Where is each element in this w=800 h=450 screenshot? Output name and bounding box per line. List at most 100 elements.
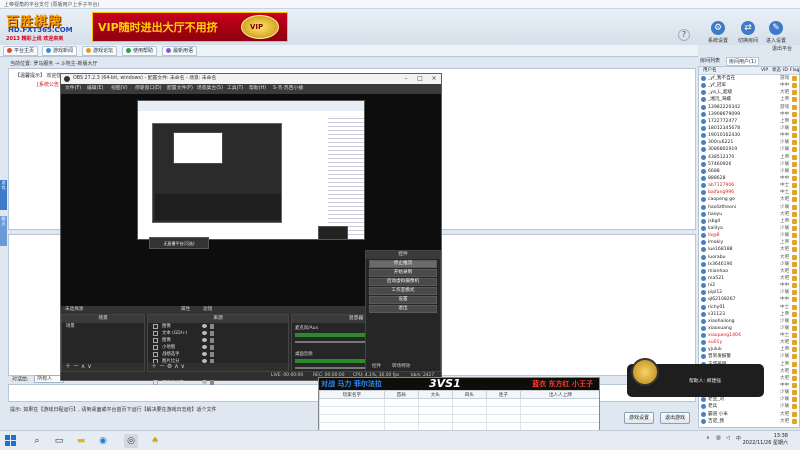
filters-button[interactable]: 滤镜: [203, 306, 212, 314]
taskbar-clock[interactable]: 13:38 2022/11/26 星期六: [743, 433, 788, 447]
tab-help[interactable]: 使用帮助: [122, 46, 158, 56]
col-status[interactable]: 状态: [772, 67, 781, 74]
tab-room-list[interactable]: 房间列表: [700, 57, 720, 64]
list-item[interactable]: 老兵 少联: [699, 403, 799, 410]
col-vip[interactable]: VIP: [761, 67, 768, 74]
move-down-icon[interactable]: ∨: [87, 363, 91, 370]
list-item[interactable]: 19010162430 中中: [699, 132, 799, 139]
list-item[interactable]: xiaoxuang 少联: [699, 325, 799, 332]
list-item[interactable]: 3086802919 少联: [699, 146, 799, 153]
obs-menu-view[interactable]: 视图(V): [111, 84, 128, 94]
col-username[interactable]: 用户名: [703, 67, 717, 74]
list-item[interactable]: s31123 上帝: [699, 311, 799, 318]
list-item[interactable]: haoliztheoni 少联: [699, 204, 799, 211]
search-icon[interactable]: ⌕: [30, 434, 44, 448]
list-item[interactable]: ql62108267 中中: [699, 296, 799, 303]
remove-source-button[interactable]: －: [159, 363, 165, 370]
tab-room-users[interactable]: 房间用户(1): [726, 57, 760, 66]
obs-menu-edit[interactable]: 编辑(E): [87, 84, 103, 94]
list-item[interactable]: jsbgll 上帝: [699, 218, 799, 225]
list-item[interactable]: lx3646190 少联: [699, 261, 799, 268]
obs-menu-docks[interactable]: 停靠窗口(D): [135, 84, 162, 94]
list-item[interactable]: mianhao 大吧: [699, 268, 799, 275]
list-item[interactable]: 老豆_刘 少联: [699, 396, 799, 403]
browser-icon[interactable]: ◉: [96, 434, 110, 448]
file-explorer-icon[interactable]: ▬: [74, 434, 88, 448]
remove-scene-button[interactable]: －: [73, 363, 79, 370]
scene-item[interactable]: 场景: [62, 323, 144, 330]
list-item[interactable]: 57460926 少联: [699, 161, 799, 168]
source-settings-icon[interactable]: ⚙: [167, 363, 172, 370]
list-item[interactable]: yjuluk 上帝: [699, 346, 799, 353]
list-item[interactable]: 300ru6221 少联: [699, 139, 799, 146]
list-item[interactable]: kalilya 少联: [699, 225, 799, 232]
col-id[interactable]: ID: [783, 67, 788, 74]
source-item[interactable]: 图像: [148, 323, 288, 330]
lock-icon[interactable]: [210, 352, 214, 357]
task-view-icon[interactable]: ▭: [52, 434, 66, 448]
eye-icon[interactable]: [202, 345, 207, 349]
list-item[interactable]: _yf_冠军 中中: [699, 82, 799, 89]
list-item[interactable]: caopeng ge 大吧: [699, 196, 799, 203]
start-virtual-camera-button[interactable]: 启动虚拟摄像机: [369, 278, 437, 286]
list-item[interactable]: 吉诺_我 大吧: [699, 418, 799, 425]
list-item[interactable]: richy01 中士: [699, 304, 799, 311]
eye-icon[interactable]: [202, 352, 207, 356]
list-item[interactable]: xiaohailong 少联: [699, 318, 799, 325]
list-item[interactable]: pipl12 少联: [699, 289, 799, 296]
game-settings-button[interactable]: 游戏设置: [624, 412, 655, 424]
source-item[interactable]: 文本 (GDI+): [148, 330, 288, 337]
tab-game-news[interactable]: 游戏新闻: [42, 46, 78, 56]
vip-ad-banner[interactable]: VIP随时进出大厅不用挤 VIP: [92, 12, 288, 42]
list-item[interactable]: 18012345678 少联: [699, 125, 799, 132]
tab-transitions[interactable]: 转场特效: [392, 363, 410, 371]
move-down-icon[interactable]: ∨: [181, 363, 185, 370]
start-recording-button[interactable]: 开始录制: [369, 269, 437, 277]
obs-menu-tools[interactable]: 工具(T): [227, 84, 243, 94]
stop-streaming-button[interactable]: 停止推流: [369, 260, 437, 268]
list-item[interactable]: 1722772477 上帝: [699, 118, 799, 125]
source-item[interactable]: 图像: [148, 337, 288, 344]
move-up-icon[interactable]: ∧: [174, 363, 178, 370]
list-item[interactable]: luorabu 大吧: [699, 254, 799, 261]
tab-controls[interactable]: 控件: [372, 363, 381, 371]
list-item[interactable]: 13982220342 游戏: [699, 104, 799, 111]
eye-icon[interactable]: [202, 324, 207, 328]
list-item[interactable]: la@8 少联: [699, 232, 799, 239]
eye-icon[interactable]: [202, 338, 207, 342]
list-item[interactable]: _ya_L_超级 大吧: [699, 89, 799, 96]
list-item[interactable]: baifang996 中土: [699, 189, 799, 196]
list-item[interactable]: 438512370 上帝: [699, 154, 799, 161]
lock-icon[interactable]: [210, 380, 214, 385]
list-item[interactable]: 888628 中中: [699, 175, 799, 182]
tab-phrases[interactable]: 最新用语: [162, 46, 198, 56]
notification-toast[interactable]: 帮助人: 郑建强: [627, 358, 764, 397]
obs-menu-help[interactable]: 帮助(H): [249, 84, 266, 94]
list-item[interactable]: lmokly 上帝: [699, 239, 799, 246]
game-taskbar-icon[interactable]: ♠: [148, 434, 162, 448]
obs-menu-scene-collection[interactable]: 场景集合(S): [197, 84, 223, 94]
eye-icon[interactable]: [202, 380, 207, 384]
lock-icon[interactable]: [210, 324, 214, 329]
help-icon[interactable]: ?: [678, 29, 690, 41]
tab-forum[interactable]: 游戏论坛: [82, 46, 118, 56]
volume-icon[interactable]: ◁: [726, 435, 730, 441]
list-item[interactable]: haoyu 大吧: [699, 211, 799, 218]
list-item[interactable]: 6688 少联: [699, 168, 799, 175]
list-item[interactable]: lue168188 大吧: [699, 246, 799, 253]
tray-up-icon[interactable]: ∧: [706, 435, 710, 441]
obs-taskbar-icon[interactable]: ◎: [124, 434, 138, 448]
list-item[interactable]: xu01y 大吧: [699, 339, 799, 346]
obs-menu-plugin[interactable]: S·杰·苏西小播: [273, 84, 303, 94]
list-item[interactable]: 霸道 小米 大吧: [699, 411, 799, 418]
obs-menu-file[interactable]: 文件(F): [65, 84, 81, 94]
obs-menu-profile[interactable]: 配置文件(P): [167, 84, 193, 94]
exit-game-button[interactable]: 退出游戏: [660, 412, 691, 424]
windows-start-icon[interactable]: [5, 435, 17, 447]
exit-button[interactable]: 退出: [369, 305, 437, 313]
add-scene-button[interactable]: ＋: [65, 363, 71, 370]
studio-mode-button[interactable]: 工作室模式: [369, 287, 437, 295]
properties-button[interactable]: 属性: [181, 306, 190, 314]
list-item[interactable]: _湘沅_海螺 上帝: [699, 96, 799, 103]
lock-icon[interactable]: [210, 345, 214, 350]
